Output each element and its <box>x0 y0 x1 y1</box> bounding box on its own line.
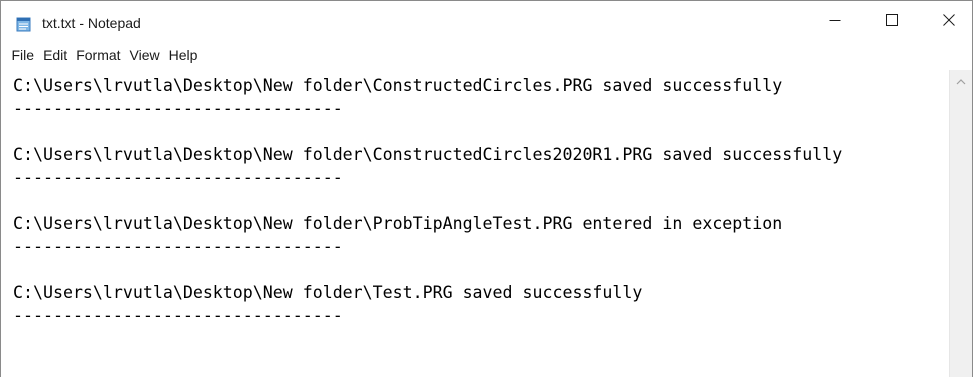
menu-view[interactable]: View <box>125 45 164 65</box>
menu-file[interactable]: File <box>7 45 39 65</box>
notepad-icon <box>16 16 32 32</box>
vertical-scrollbar[interactable] <box>949 70 972 377</box>
title-bar[interactable]: txt.txt - Notepad <box>1 1 972 42</box>
menu-bar: File Edit Format View Help <box>1 42 972 68</box>
notepad-window: txt.txt - Notepad File Edit Format View … <box>0 0 973 377</box>
minimize-button[interactable] <box>812 1 858 42</box>
document-text[interactable]: C:\Users\lrvutla\Desktop\New folder\Cons… <box>13 74 842 327</box>
menu-format[interactable]: Format <box>72 45 125 65</box>
minimize-icon <box>829 13 841 31</box>
close-icon <box>943 13 955 31</box>
menu-edit[interactable]: Edit <box>39 45 72 65</box>
text-editor[interactable]: C:\Users\lrvutla\Desktop\New folder\Cons… <box>7 70 950 377</box>
document-line: --------------------------------- <box>13 306 343 325</box>
maximize-button[interactable] <box>869 1 915 42</box>
document-line: --------------------------------- <box>13 237 343 256</box>
chevron-up-icon <box>956 72 966 90</box>
caption-buttons <box>801 1 972 42</box>
document-line: C:\Users\lrvutla\Desktop\New folder\Prob… <box>13 214 783 233</box>
maximize-icon <box>886 13 898 31</box>
document-line: C:\Users\lrvutla\Desktop\New folder\Test… <box>13 283 643 302</box>
document-line: --------------------------------- <box>13 168 343 187</box>
document-line: C:\Users\lrvutla\Desktop\New folder\Cons… <box>13 145 843 164</box>
menu-help[interactable]: Help <box>164 45 202 65</box>
scroll-up-button[interactable] <box>950 70 972 92</box>
document-line: --------------------------------- <box>13 99 343 118</box>
window-title: txt.txt - Notepad <box>42 15 141 31</box>
close-button[interactable] <box>926 1 972 42</box>
document-line: C:\Users\lrvutla\Desktop\New folder\Cons… <box>13 76 783 95</box>
